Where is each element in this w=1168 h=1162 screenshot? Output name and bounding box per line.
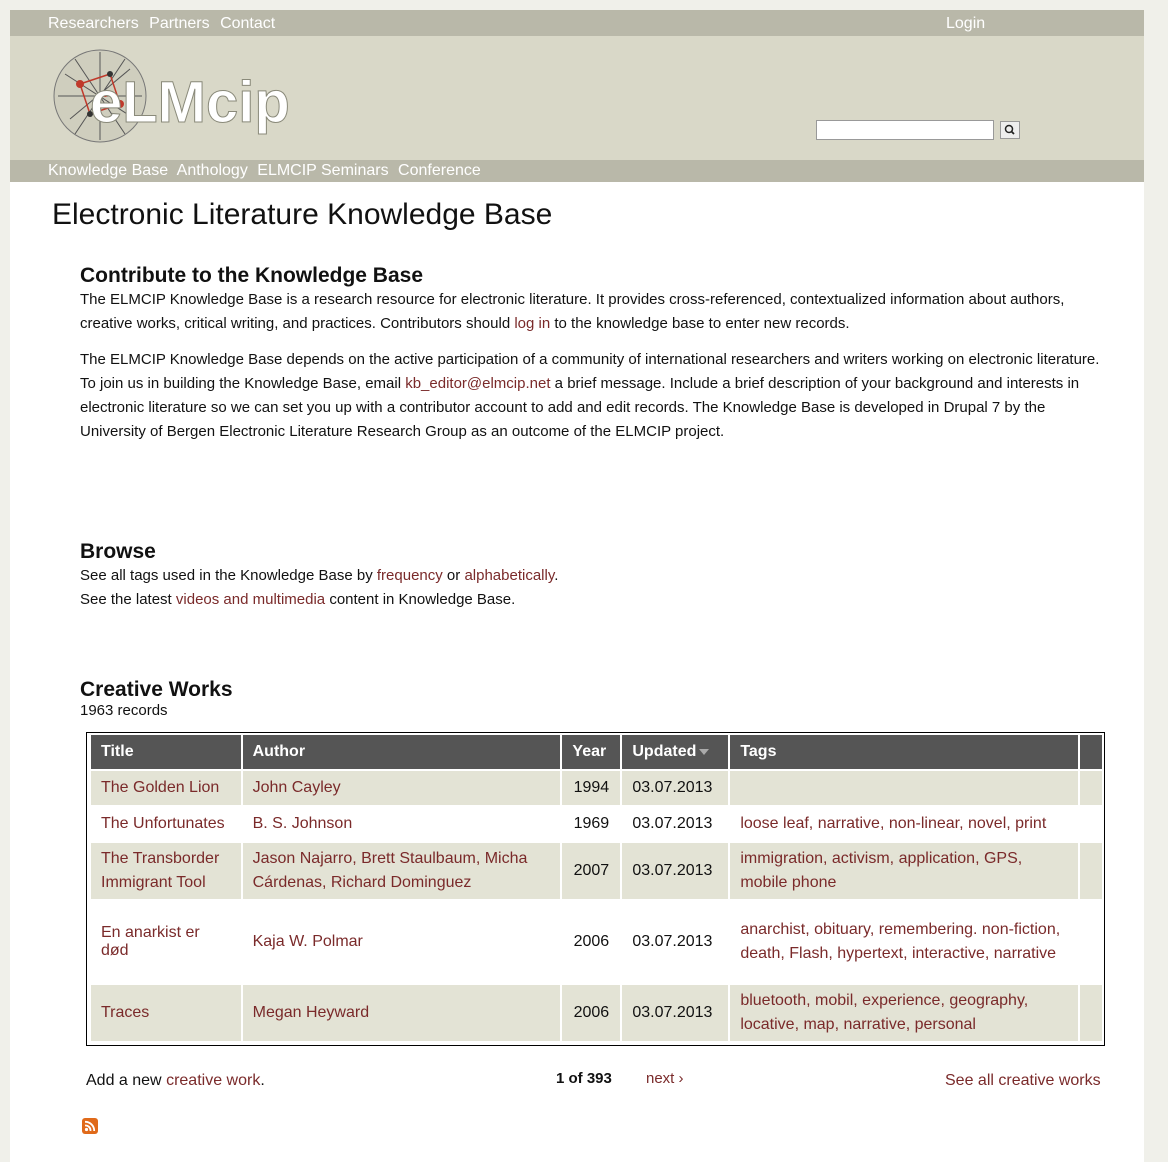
- work-tags[interactable]: immigration, activism, application, GPS,…: [730, 843, 1078, 901]
- login-link[interactable]: Login: [946, 15, 985, 33]
- row-extra: [1079, 771, 1102, 807]
- see-all-creative-works-link[interactable]: See all creative works: [945, 1072, 1101, 1090]
- browse-heading: Browse: [80, 540, 156, 563]
- sub-nav-elmcip-seminars[interactable]: ELMCIP Seminars: [257, 162, 388, 179]
- table-header-row: Title Author Year Updated Tags: [91, 735, 1102, 771]
- table-row: The Golden Lion John Cayley 1994 03.07.2…: [91, 771, 1102, 807]
- work-tags[interactable]: loose leaf, narrative, non-linear, novel…: [730, 807, 1078, 843]
- work-title-link[interactable]: The Golden Lion: [101, 779, 219, 796]
- sub-nav: Knowledge Base Anthology ELMCIP Seminars…: [10, 160, 1144, 182]
- rss-feed-icon[interactable]: [82, 1118, 98, 1134]
- page-title: Electronic Literature Knowledge Base: [52, 198, 553, 231]
- work-title-link[interactable]: En anarkist er død: [101, 924, 200, 959]
- search-input[interactable]: [816, 120, 994, 140]
- row-extra: [1079, 985, 1102, 1043]
- elmcip-logo[interactable]: eLMcip: [50, 44, 310, 152]
- sub-nav-conference[interactable]: Conference: [398, 162, 481, 179]
- sub-nav-anthology[interactable]: Anthology: [177, 162, 248, 179]
- work-year: 1969: [562, 807, 621, 843]
- top-nav-partners[interactable]: Partners: [149, 15, 209, 32]
- creative-works-heading: Creative Works: [80, 678, 233, 701]
- creative-works-section: Creative Works 1963 records: [80, 678, 1110, 720]
- search-button[interactable]: [1000, 121, 1021, 139]
- contribute-section: Contribute to the Knowledge Base The ELM…: [80, 264, 1110, 456]
- work-tags[interactable]: [730, 771, 1078, 807]
- work-author-link[interactable]: John Cayley: [253, 779, 341, 796]
- row-extra: [1079, 901, 1102, 985]
- work-year: 2006: [562, 985, 621, 1043]
- work-updated: 03.07.2013: [622, 771, 729, 807]
- site-header: eLMcip: [10, 36, 1144, 160]
- browse-section: Browse See all tags used in the Knowledg…: [80, 540, 1110, 612]
- videos-multimedia-link[interactable]: videos and multimedia: [176, 591, 325, 608]
- browse-text: .: [554, 567, 559, 584]
- browse-tags-line: See all tags used in the Knowledge Base …: [80, 564, 1110, 588]
- work-year: 2007: [562, 843, 621, 901]
- work-author-link[interactable]: Kaja W. Polmar: [253, 933, 363, 950]
- work-author-link[interactable]: Jason Najarro, Brett Staulbaum, Micha Cá…: [253, 850, 528, 891]
- table-row: The Transborder Immigrant Tool Jason Naj…: [91, 843, 1102, 901]
- browse-text: See the latest: [80, 591, 176, 608]
- work-title-link[interactable]: The Transborder Immigrant Tool: [101, 850, 219, 891]
- column-title[interactable]: Title: [91, 735, 241, 771]
- column-year[interactable]: Year: [562, 735, 621, 771]
- pager-current: 1 of 393: [556, 1070, 612, 1087]
- table-row: En anarkist er død Kaja W. Polmar 2006 0…: [91, 901, 1102, 985]
- work-tags[interactable]: bluetooth, mobil, experience, geography,…: [730, 985, 1078, 1043]
- contribute-paragraph-1: The ELMCIP Knowledge Base is a research …: [80, 288, 1110, 336]
- logo-text: eLMcip: [90, 70, 290, 135]
- contribute-paragraph-2: The ELMCIP Knowledge Base depends on the…: [80, 348, 1110, 444]
- row-extra: [1079, 843, 1102, 901]
- editor-email-link[interactable]: kb_editor@elmcip.net: [405, 375, 550, 392]
- add-work-text: .: [260, 1072, 265, 1089]
- browse-media-line: See the latest videos and multimedia con…: [80, 588, 1110, 612]
- pager-next-link[interactable]: next ›: [646, 1070, 684, 1087]
- tags-alphabetically-link[interactable]: alphabetically: [464, 567, 554, 584]
- work-updated: 03.07.2013: [622, 901, 729, 985]
- work-updated: 03.07.2013: [622, 807, 729, 843]
- log-in-link[interactable]: log in: [514, 315, 550, 332]
- search-icon: [1005, 124, 1016, 135]
- top-nav: Researchers Partners Contact: [48, 15, 281, 33]
- work-tags[interactable]: anarchist, obituary, remembering. non-fi…: [730, 901, 1078, 985]
- work-author-link[interactable]: B. S. Johnson: [253, 815, 353, 832]
- add-work-text: Add a new: [86, 1072, 167, 1089]
- tags-frequency-link[interactable]: frequency: [377, 567, 443, 584]
- work-updated: 03.07.2013: [622, 985, 729, 1043]
- work-title-link[interactable]: Traces: [101, 1004, 149, 1021]
- table-row: The Unfortunates B. S. Johnson 1969 03.0…: [91, 807, 1102, 843]
- work-author-link[interactable]: Megan Heyward: [253, 1004, 370, 1021]
- sort-desc-icon: [699, 748, 710, 755]
- creative-works-table: Title Author Year Updated Tags The Golde…: [86, 732, 1105, 1046]
- work-year: 2006: [562, 901, 621, 985]
- add-creative-work-link[interactable]: creative work: [166, 1072, 260, 1089]
- rss-icon: [84, 1120, 96, 1132]
- work-updated: 03.07.2013: [622, 843, 729, 901]
- browse-text: or: [442, 567, 465, 584]
- column-updated[interactable]: Updated: [622, 735, 729, 771]
- record-count: 1963 records: [80, 702, 168, 719]
- browse-text: See all tags used in the Knowledge Base …: [80, 567, 377, 584]
- browse-text: content in Knowledge Base.: [325, 591, 516, 608]
- sub-nav-knowledge-base[interactable]: Knowledge Base: [48, 162, 168, 179]
- column-tags[interactable]: Tags: [730, 735, 1078, 771]
- column-extra: [1079, 735, 1102, 771]
- page: Researchers Partners Contact Login eLMci…: [10, 10, 1144, 1162]
- search-form: [816, 120, 1021, 140]
- work-year: 1994: [562, 771, 621, 807]
- table-row: Traces Megan Heyward 2006 03.07.2013 blu…: [91, 985, 1102, 1043]
- column-updated-label: Updated: [632, 743, 697, 760]
- top-nav-contact[interactable]: Contact: [220, 15, 275, 32]
- work-title-link[interactable]: The Unfortunates: [101, 815, 225, 832]
- column-author[interactable]: Author: [242, 735, 561, 771]
- add-work-line: Add a new creative work.: [86, 1072, 265, 1090]
- contribute-heading: Contribute to the Knowledge Base: [80, 264, 424, 287]
- top-bar: Researchers Partners Contact Login: [10, 10, 1144, 36]
- contribute-text: to the knowledge base to enter new recor…: [550, 315, 850, 332]
- top-nav-researchers[interactable]: Researchers: [48, 15, 139, 32]
- row-extra: [1079, 807, 1102, 843]
